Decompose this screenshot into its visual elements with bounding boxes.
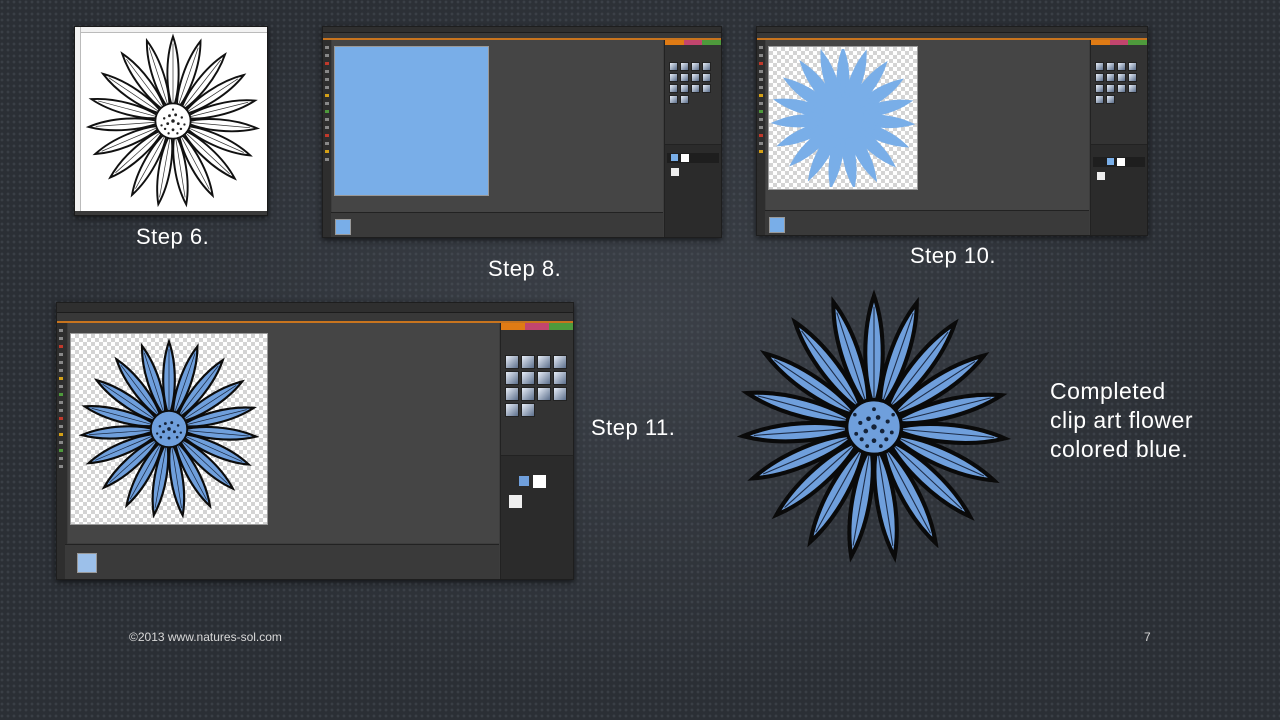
effects-panel [505,355,567,417]
blue-silhouette-icon [771,49,915,187]
completed-line-3: colored blue. [1050,436,1189,462]
footer-copyright: ©2013 www.natures-sol.com [129,630,282,644]
step6-screenshot [74,26,268,216]
step10-screenshot [756,26,1148,236]
effects-panel [1095,62,1137,104]
line-art-flower-icon [87,35,259,207]
silhouette-canvas [768,46,918,190]
effects-panel [669,62,711,104]
right-panel [1090,40,1147,235]
caption-step11: Step 11. [591,415,676,440]
photo-bin [765,210,1089,235]
caption-step6: Step 6. [136,224,210,249]
workspace [766,40,1089,211]
toolbox [323,40,331,237]
workspace [68,323,499,543]
workspace [332,40,663,213]
caption-step8: Step 8. [488,256,562,281]
toolbox [757,40,765,235]
result-canvas [70,333,268,525]
blue-fill-canvas [334,46,489,196]
layers-panel [665,144,721,237]
caption-step10: Step 10. [910,243,996,268]
tool-options-bar [323,33,721,40]
tool-options-bar [57,313,573,323]
photo-bin [331,212,663,237]
toolbox [57,323,67,579]
photo-bin [65,544,499,579]
page-number: 7 [1144,630,1151,644]
completed-caption: Completed clip art flower colored blue. [1050,377,1193,464]
right-panel [500,323,573,579]
completed-blue-flower-icon [718,282,1030,572]
completed-line-1: Completed [1050,378,1166,404]
right-panel [664,40,721,237]
tool-options-bar [757,33,1147,40]
step8-screenshot [322,26,722,238]
completed-line-2: clip art flower [1050,407,1193,433]
layers-panel [1091,144,1147,235]
step11-screenshot [56,302,574,580]
menu-bar [57,303,573,313]
blue-flower-icon [80,340,258,518]
layers-panel [501,455,573,579]
status-bar [75,211,267,215]
